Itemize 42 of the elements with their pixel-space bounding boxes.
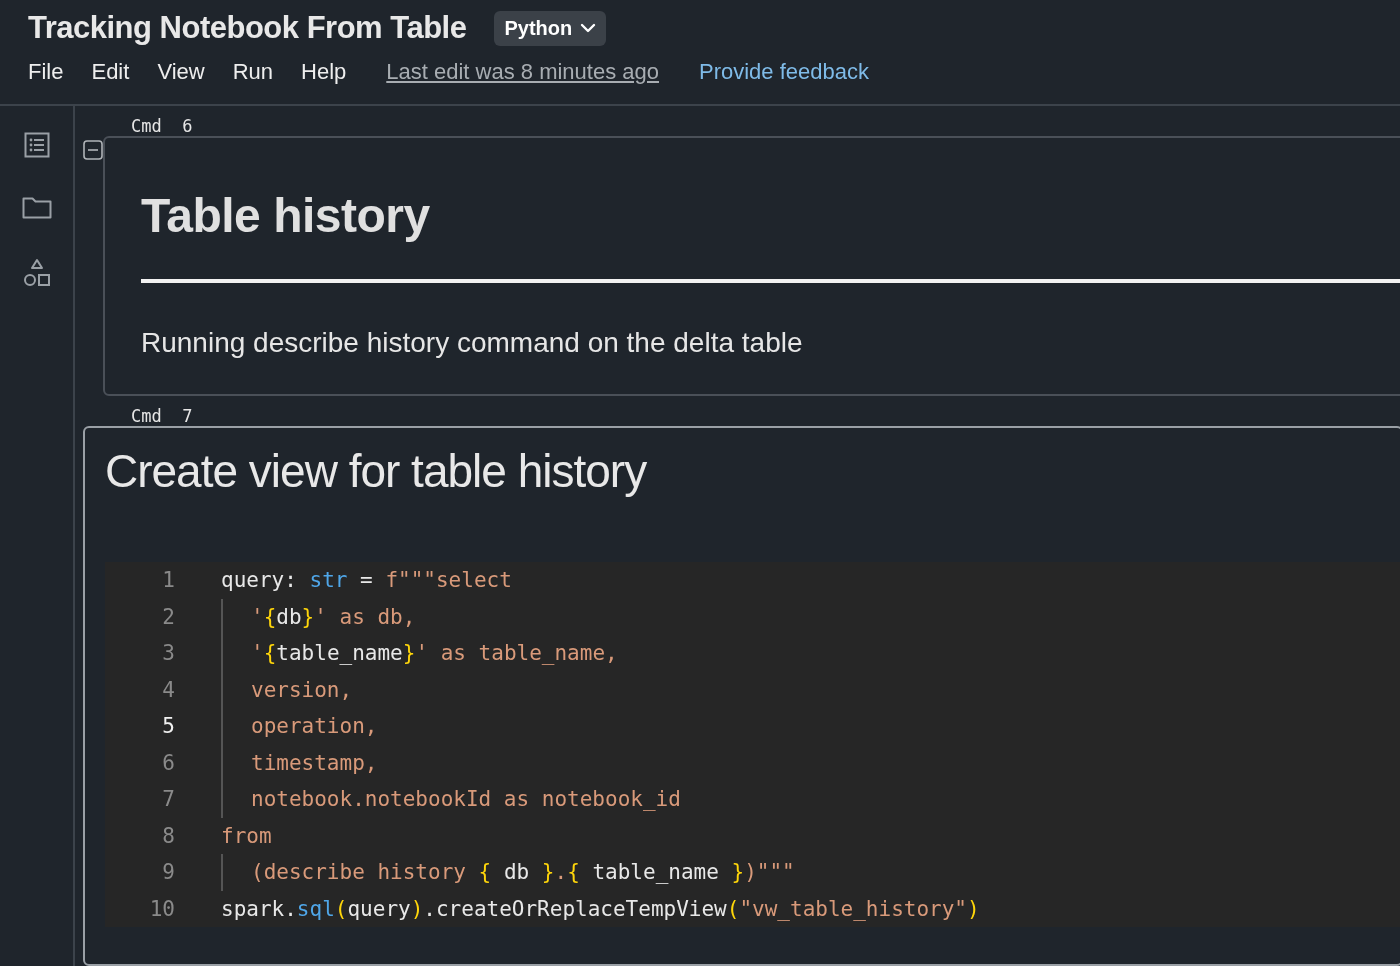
code-line: spark.sql(query).createOrReplaceTempView("vw_table_history") xyxy=(221,895,980,923)
line-number: 6 xyxy=(161,749,175,777)
line-number: 2 xyxy=(161,603,175,631)
line-number: 9 xyxy=(161,859,175,886)
cell-text: Running describe history command on the delta table xyxy=(141,327,804,359)
code-line: (describe history { db }.{ table_name })""" xyxy=(250,859,795,886)
line-number: 8 xyxy=(161,822,175,850)
markdown-cell[interactable]: Table history Running describe history command on the delta table xyxy=(103,136,1400,396)
notebook-title: Tracking Notebook From Table xyxy=(28,10,467,46)
code-line: '{db}' as db, xyxy=(250,603,416,631)
menu-item[interactable]: View xyxy=(157,59,205,85)
code-line: notebook.notebookId as notebook_id xyxy=(250,786,681,813)
feedback-link[interactable]: Provide feedback xyxy=(699,59,869,85)
code-editor[interactable] xyxy=(105,562,1400,927)
language-dropdown[interactable]: Python xyxy=(494,10,607,46)
code-line: query: str = f"""select xyxy=(221,567,512,594)
menu-item[interactable]: Edit xyxy=(91,59,130,85)
line-number: 5 xyxy=(161,713,175,740)
cell-heading: Table history xyxy=(141,188,431,243)
menu-item[interactable]: Help xyxy=(301,59,347,85)
code-cell[interactable] xyxy=(83,426,1400,966)
line-number: 7 xyxy=(161,786,175,813)
menu-item[interactable]: File xyxy=(28,59,64,85)
collapse-icon[interactable] xyxy=(83,140,103,160)
cell-title: Create view for table history xyxy=(105,444,648,498)
code-line: '{table_name}' as table_name, xyxy=(250,640,618,667)
command-label: Cmd 6 xyxy=(131,116,193,136)
code-line: from xyxy=(221,822,272,850)
shapes-icon[interactable] xyxy=(22,258,51,288)
line-number: 10 xyxy=(148,895,175,923)
code-line: operation, xyxy=(250,713,378,740)
menu-item[interactable]: Run xyxy=(232,59,274,85)
caret-icon xyxy=(580,23,597,33)
code-line: timestamp, xyxy=(250,749,378,777)
line-number: 3 xyxy=(161,640,175,667)
last-edit-link[interactable]: Last edit was 8 minutes ago xyxy=(386,59,659,85)
command-label: Cmd 7 xyxy=(131,406,193,426)
line-number: 1 xyxy=(161,567,175,594)
line-number: 4 xyxy=(161,676,175,704)
code-line: version, xyxy=(250,676,353,704)
folder-icon[interactable] xyxy=(21,196,52,220)
table-of-contents-icon[interactable] xyxy=(23,132,50,158)
